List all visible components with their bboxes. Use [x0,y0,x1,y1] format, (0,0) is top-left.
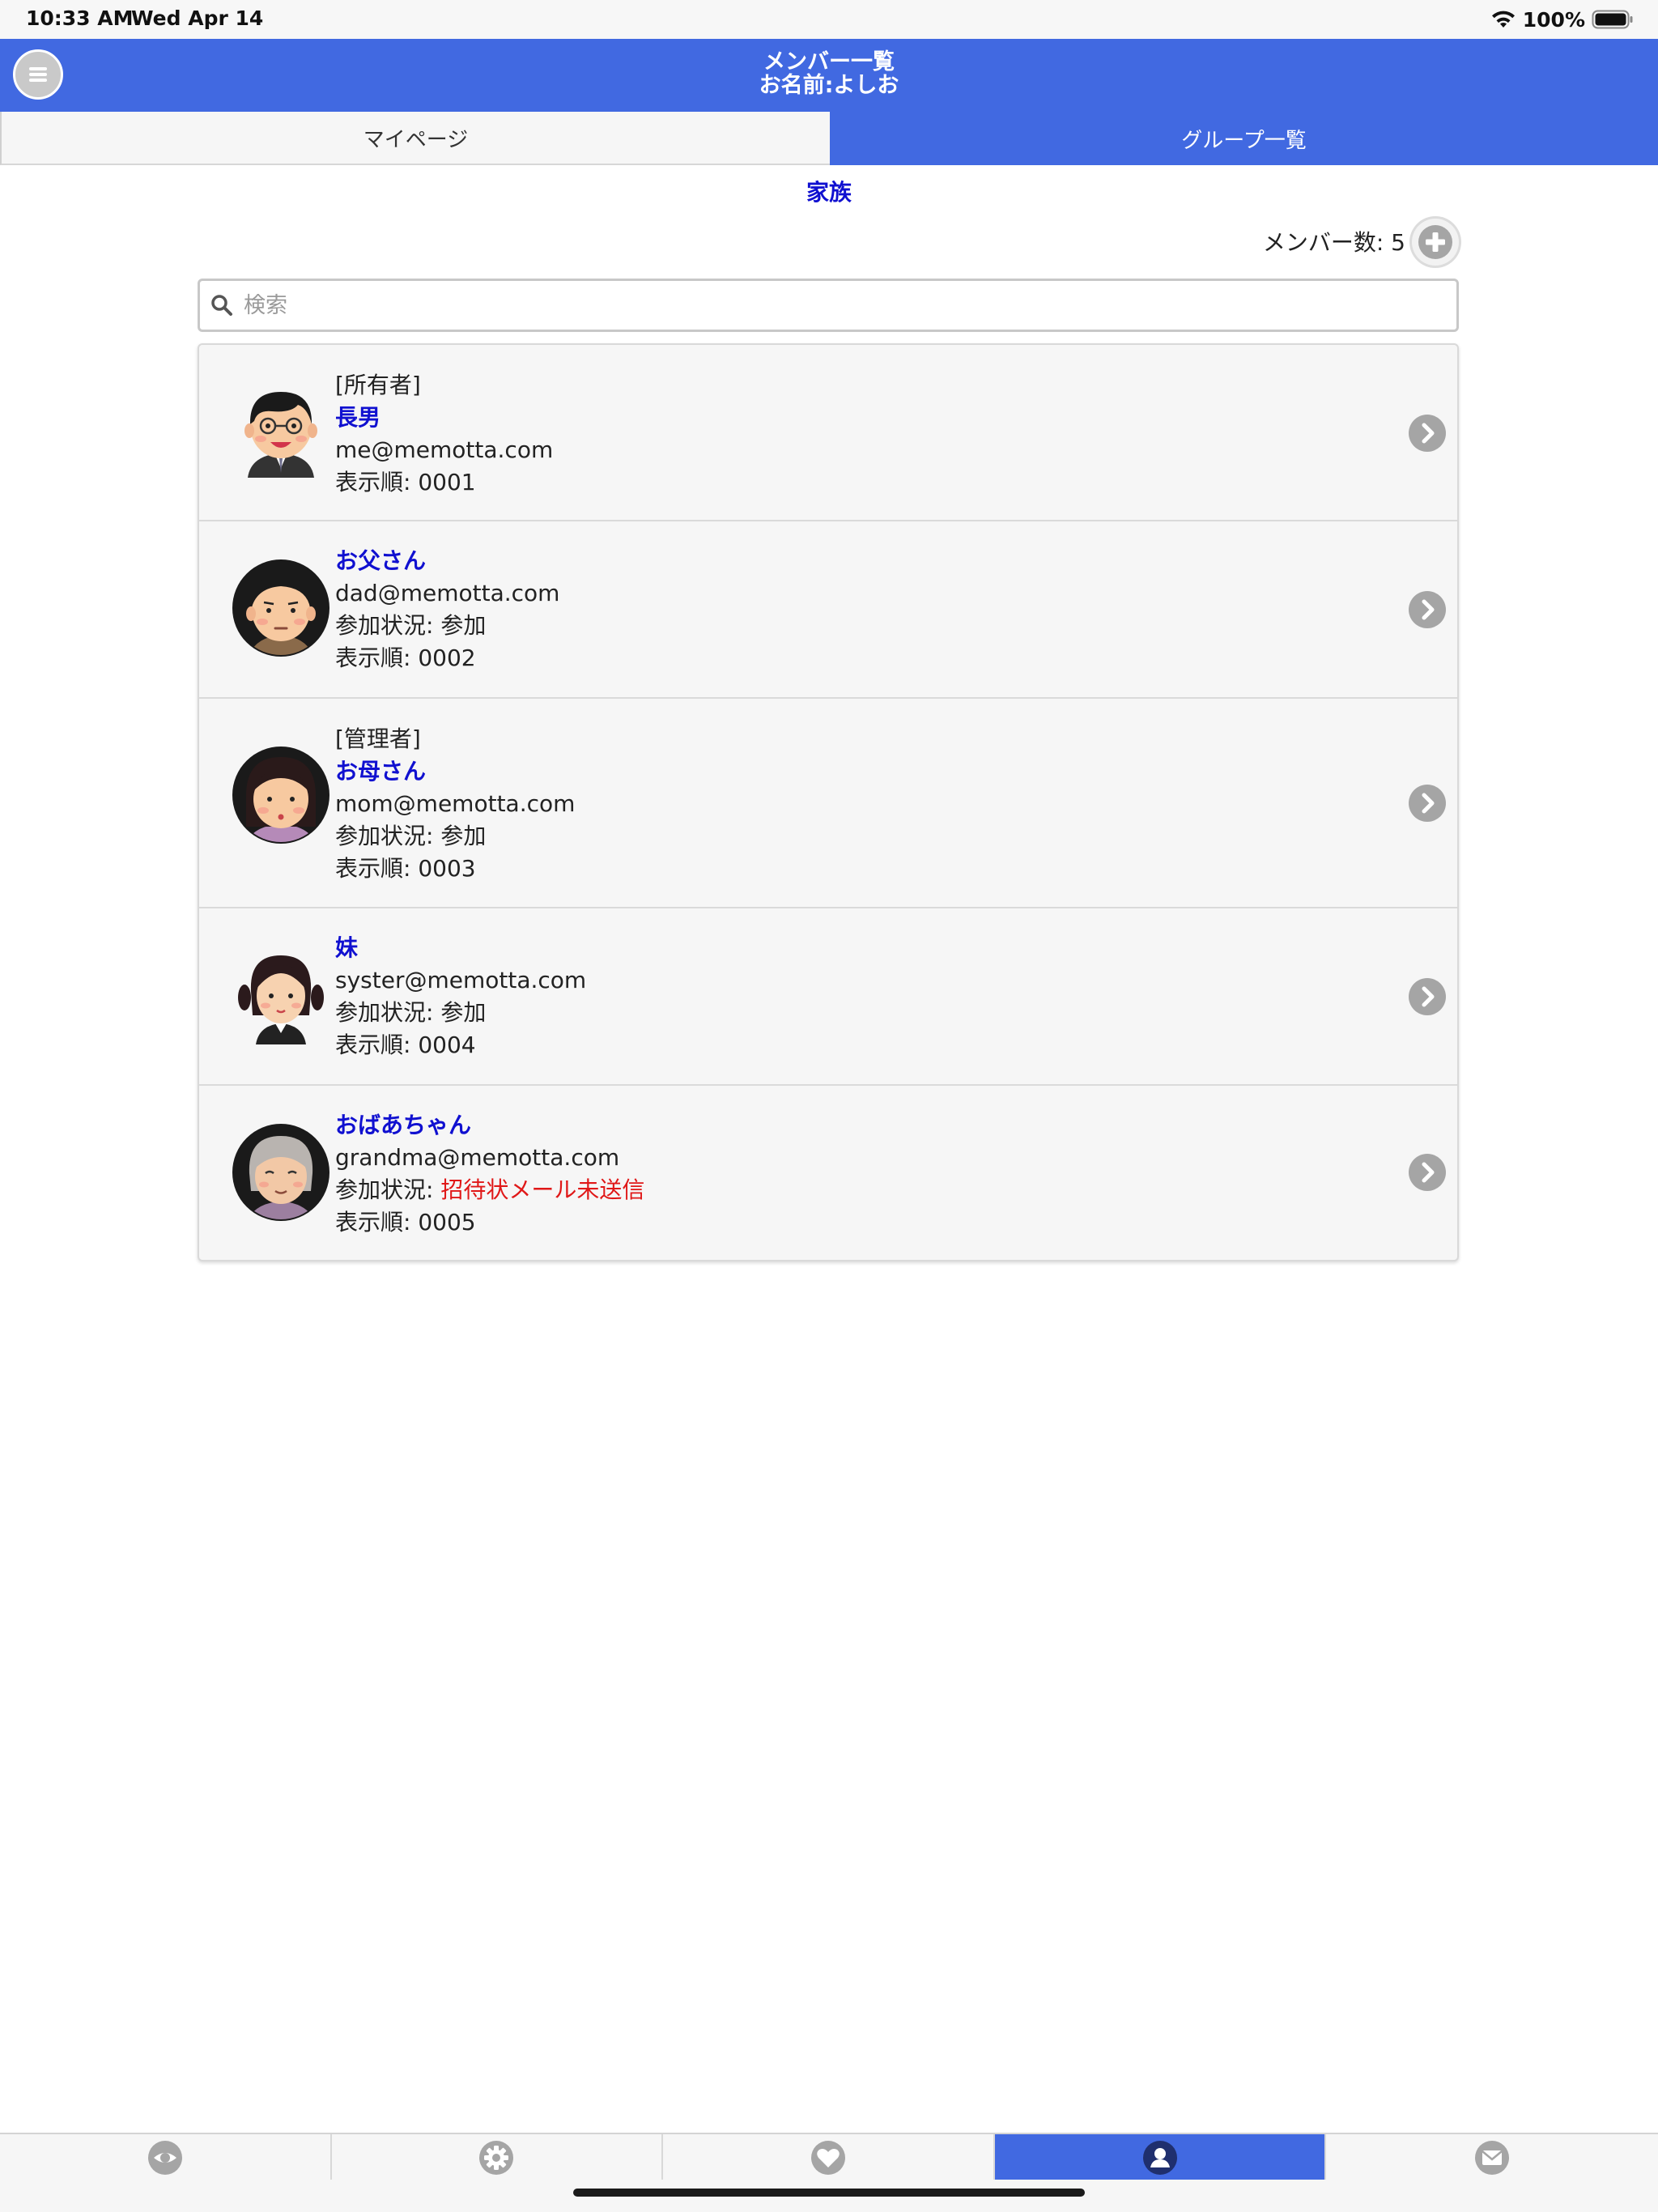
member-row[interactable]: 妹 syster@memotta.com 参加状況: 参加 表示順: 0004 [199,908,1457,1086]
avatar [232,559,329,657]
mail-icon [1475,2141,1510,2175]
tab-view[interactable] [0,2134,332,2181]
member-email: syster@memotta.com [335,967,587,993]
member-role: [所有者] [335,372,421,398]
status-value: 参加 [440,999,487,1026]
chevron-right-icon[interactable] [1409,415,1446,452]
member-order: 表示順: 0003 [335,855,476,882]
person-icon [1142,2141,1177,2175]
top-tabs: マイページ グループ一覧 [0,112,1658,165]
status-value: 参加 [440,612,487,639]
tab-favorites[interactable] [663,2134,995,2181]
chevron-right-icon[interactable] [1409,1154,1446,1191]
page-title: メンバー一覧 [763,49,895,74]
member-list: [所有者] 長男 me@memotta.com 表示順: 0001 お父さん d… [198,343,1459,1261]
status-value: 参加 [440,823,487,849]
app-header: メンバー一覧 お名前:よしお [0,39,1658,112]
member-role: [管理者] [335,725,421,752]
home-indicator[interactable] [573,2189,1085,2197]
status-date: Wed Apr 14 [131,6,264,30]
member-email: mom@memotta.com [335,790,576,817]
avatar [232,1124,329,1221]
member-email: grandma@memotta.com [335,1144,620,1171]
bottom-tab-bar [0,2133,1658,2181]
search-icon [210,293,234,317]
member-name: おばあちゃん [335,1112,472,1138]
member-order: 表示順: 0005 [335,1209,476,1236]
status-indicators: 100% [1490,5,1634,34]
member-order: 表示順: 0002 [335,644,476,671]
member-count: メンバー数: 5 [1262,229,1405,256]
gear-icon [479,2141,514,2175]
tab-members[interactable] [994,2134,1327,2181]
member-status: 参加状況: 参加 [335,612,487,639]
member-row[interactable]: [管理者] お母さん mom@memotta.com 参加状況: 参加 表示順:… [199,699,1457,908]
battery-icon [1592,10,1633,29]
member-email: me@memotta.com [335,436,554,463]
battery-percent: 100% [1522,7,1585,32]
avatar [232,747,329,844]
chevron-right-icon[interactable] [1409,591,1446,628]
heart-icon [810,2141,845,2175]
member-name: お母さん [335,758,427,785]
status-time: 10:33 AM [26,6,134,30]
plus-circle-icon [1418,225,1452,259]
member-status: 参加状況: 参加 [335,999,487,1026]
chevron-right-icon[interactable] [1409,978,1446,1015]
add-member-button[interactable] [1412,219,1459,266]
search-input[interactable] [242,291,1419,319]
member-status: 参加状況: 参加 [335,823,487,849]
member-order: 表示順: 0001 [335,469,476,496]
avatar [244,392,317,478]
member-name: 妹 [335,934,359,961]
member-name: お父さん [335,547,427,574]
tab-mypage[interactable]: マイページ [0,112,830,165]
group-name: 家族 [806,179,852,206]
member-row[interactable]: [所有者] 長男 me@memotta.com 表示順: 0001 [199,345,1457,521]
user-name: お名前:よしお [759,73,899,98]
member-row[interactable]: お父さん dad@memotta.com 参加状況: 参加 表示順: 0002 [199,521,1457,699]
tab-settings[interactable] [332,2134,664,2181]
chevron-right-icon[interactable] [1409,785,1446,822]
status-bar: 10:33 AM Wed Apr 14 100% [0,0,1658,39]
member-email: dad@memotta.com [335,580,560,606]
member-row[interactable]: おばあちゃん grandma@memotta.com 参加状況: 招待状メール未… [199,1086,1457,1260]
eye-icon [147,2141,182,2175]
member-order: 表示順: 0004 [335,1032,476,1058]
tab-mail[interactable] [1326,2134,1658,2181]
tab-group-list[interactable]: グループ一覧 [830,112,1658,165]
search-box [198,279,1459,332]
avatar [238,955,324,1044]
member-name: 長男 [335,404,381,431]
status-value: 招待状メール未送信 [440,1176,645,1203]
member-status: 参加状況: 招待状メール未送信 [335,1176,645,1203]
wifi-icon [1491,11,1515,28]
